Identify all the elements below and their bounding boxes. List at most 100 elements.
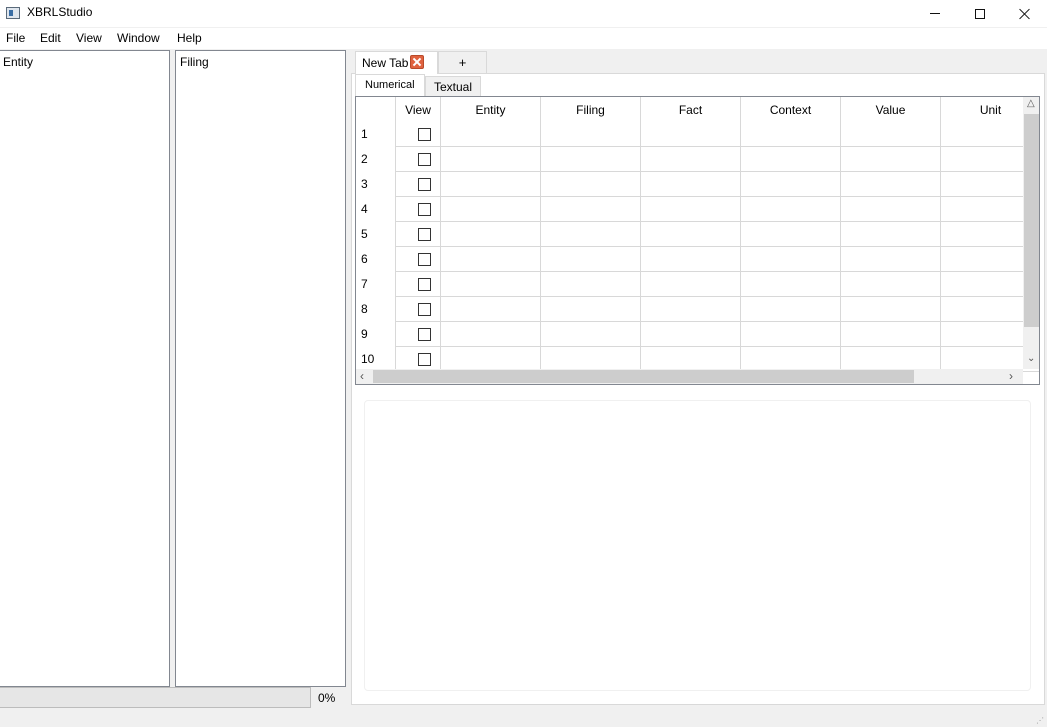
- window-title: XBRLStudio: [27, 5, 93, 19]
- table-cell[interactable]: [441, 322, 541, 347]
- table-cell[interactable]: [541, 222, 641, 247]
- table-cell[interactable]: [841, 297, 941, 322]
- table-cell[interactable]: [741, 147, 841, 172]
- table-cell[interactable]: [741, 322, 841, 347]
- horizontal-scroll-thumb[interactable]: [373, 370, 914, 383]
- close-button[interactable]: [1002, 0, 1047, 27]
- scroll-down-icon[interactable]: ⌄: [1027, 353, 1035, 364]
- add-tab-label: +: [458, 55, 467, 70]
- table-cell[interactable]: [641, 322, 741, 347]
- scroll-up-icon[interactable]: △: [1027, 98, 1035, 109]
- maximize-button[interactable]: [957, 0, 1003, 27]
- table-cell[interactable]: [641, 297, 741, 322]
- menu-edit[interactable]: Edit: [40, 31, 61, 45]
- table-cell[interactable]: [441, 222, 541, 247]
- tab-new-tab-label: New Tab: [362, 56, 409, 70]
- table-cell[interactable]: [741, 122, 841, 147]
- menu-file[interactable]: File: [6, 31, 25, 45]
- resize-grip-icon[interactable]: ⋰: [1036, 716, 1046, 726]
- table-cell[interactable]: [641, 197, 741, 222]
- table-cell[interactable]: [541, 297, 641, 322]
- scroll-right-icon[interactable]: ›: [1009, 369, 1013, 383]
- table-cell[interactable]: [396, 222, 441, 247]
- table-cell[interactable]: [741, 272, 841, 297]
- subtab-textual-label: Textual: [434, 80, 473, 94]
- filing-list-header: Filing: [180, 55, 209, 69]
- table-cell[interactable]: [641, 122, 741, 147]
- table-cell[interactable]: [741, 247, 841, 272]
- table-cell[interactable]: [841, 222, 941, 247]
- tab-close-icon[interactable]: [410, 55, 424, 69]
- subtab-textual[interactable]: Textual: [425, 76, 481, 96]
- subtab-numerical-label: Numerical: [365, 79, 415, 91]
- table-cell[interactable]: [641, 172, 741, 197]
- add-tab-button[interactable]: +: [438, 51, 487, 73]
- horizontal-scrollbar[interactable]: ‹ ›: [356, 369, 1023, 384]
- menu-help[interactable]: Help: [177, 31, 202, 45]
- table-cell[interactable]: [441, 172, 541, 197]
- table-cell[interactable]: [741, 172, 841, 197]
- menu-window[interactable]: Window: [117, 31, 160, 45]
- table-cell[interactable]: [841, 147, 941, 172]
- table-cell[interactable]: [841, 172, 941, 197]
- table-cell[interactable]: [541, 322, 641, 347]
- table-cell[interactable]: [841, 322, 941, 347]
- table-cell[interactable]: [441, 197, 541, 222]
- table-cell[interactable]: [541, 197, 641, 222]
- row-number: 5: [361, 227, 368, 241]
- table-cell[interactable]: [396, 172, 441, 197]
- app-icon: [6, 7, 20, 19]
- table-cell[interactable]: [641, 147, 741, 172]
- table-cell[interactable]: [541, 122, 641, 147]
- table-cell[interactable]: [741, 197, 841, 222]
- table-cell[interactable]: [541, 247, 641, 272]
- table-cell[interactable]: [396, 322, 441, 347]
- menu-view[interactable]: View: [76, 31, 102, 45]
- subtab-numerical[interactable]: Numerical: [355, 74, 425, 96]
- filing-list[interactable]: Filing: [175, 50, 346, 687]
- view-checkbox[interactable]: [418, 228, 431, 241]
- vertical-scrollbar[interactable]: △ ⌄: [1023, 97, 1039, 369]
- vertical-scroll-thumb[interactable]: [1024, 114, 1039, 327]
- view-checkbox[interactable]: [418, 278, 431, 291]
- table-cell[interactable]: [396, 147, 441, 172]
- view-checkbox[interactable]: [418, 128, 431, 141]
- minimize-button[interactable]: [912, 0, 958, 27]
- table-cell[interactable]: [641, 247, 741, 272]
- table-cell[interactable]: [396, 272, 441, 297]
- table-cell[interactable]: [641, 222, 741, 247]
- table-cell[interactable]: [541, 172, 641, 197]
- facts-table[interactable]: View Entity Filing Fact Context Value Unit 1 2 3 4…: [355, 96, 1040, 385]
- tab-new-tab[interactable]: New Tab: [355, 51, 438, 74]
- table-cell[interactable]: [396, 297, 441, 322]
- entity-list[interactable]: Entity: [0, 50, 170, 687]
- table-cell[interactable]: [741, 222, 841, 247]
- maximize-icon: [975, 8, 985, 19]
- table-cell[interactable]: [541, 147, 641, 172]
- table-cell[interactable]: [441, 147, 541, 172]
- table-cell[interactable]: [441, 272, 541, 297]
- view-checkbox[interactable]: [418, 253, 431, 266]
- view-checkbox[interactable]: [418, 178, 431, 191]
- view-checkbox[interactable]: [418, 353, 431, 366]
- table-cell[interactable]: [441, 247, 541, 272]
- view-checkbox[interactable]: [418, 203, 431, 216]
- table-cell[interactable]: [841, 122, 941, 147]
- row-number: 2: [361, 152, 368, 166]
- table-cell[interactable]: [541, 272, 641, 297]
- table-cell[interactable]: [841, 272, 941, 297]
- table-cell[interactable]: [841, 247, 941, 272]
- table-cell[interactable]: [741, 297, 841, 322]
- table-cell[interactable]: [441, 122, 541, 147]
- table-cell[interactable]: [841, 197, 941, 222]
- detail-text-area[interactable]: [364, 400, 1031, 691]
- table-cell[interactable]: [641, 272, 741, 297]
- table-cell[interactable]: [396, 197, 441, 222]
- view-checkbox[interactable]: [418, 153, 431, 166]
- table-cell[interactable]: [441, 297, 541, 322]
- view-checkbox[interactable]: [418, 328, 431, 341]
- table-cell[interactable]: [396, 247, 441, 272]
- table-cell[interactable]: [396, 122, 441, 147]
- view-checkbox[interactable]: [418, 303, 431, 316]
- scroll-left-icon[interactable]: ‹: [360, 369, 364, 383]
